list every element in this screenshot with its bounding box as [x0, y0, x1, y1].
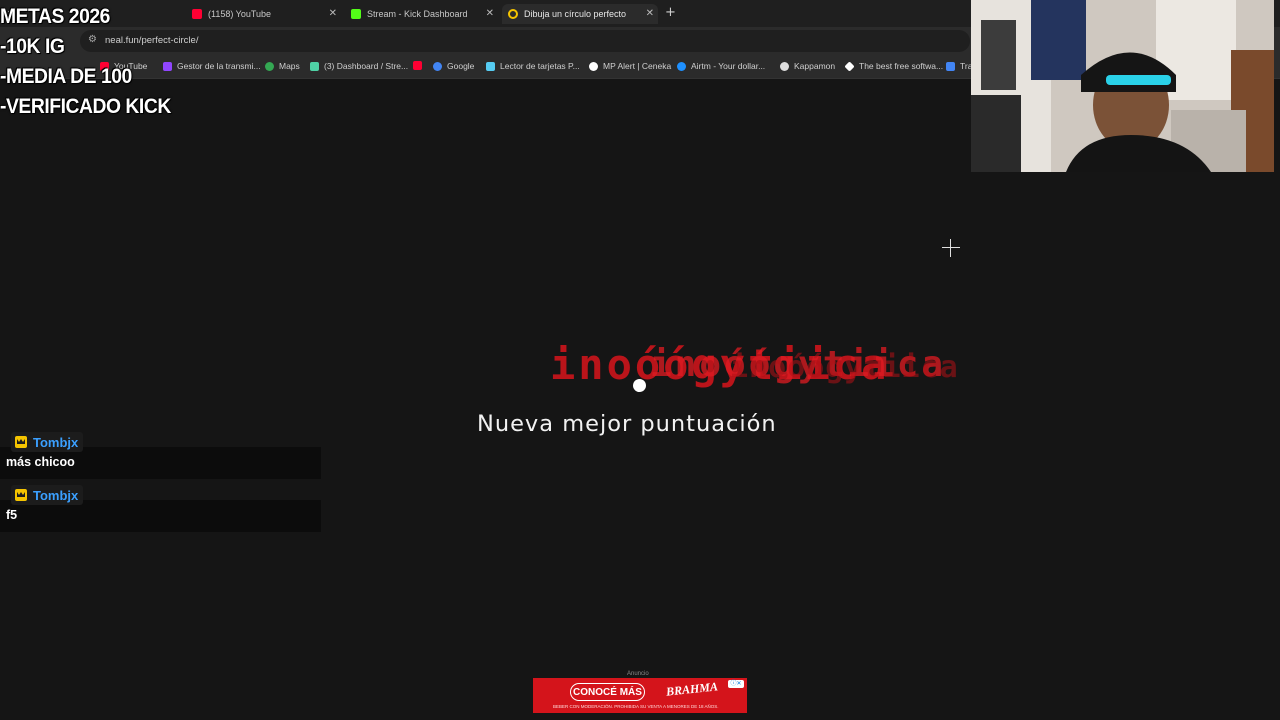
ad-cta-button[interactable]: CONOCÉ MÁS — [570, 683, 645, 701]
webcam-feed — [971, 0, 1274, 172]
globe-icon — [780, 61, 789, 71]
bookmark-translate[interactable]: Tra — [946, 61, 972, 71]
youtube-icon — [413, 61, 422, 70]
bookmark-maps[interactable]: Maps — [265, 61, 300, 71]
score-glitch-text-echo: inoóógytiica — [730, 350, 959, 385]
youtube-icon — [192, 9, 202, 19]
bookmark-label: Gestor de la transmi... — [177, 61, 261, 71]
ad-brand-logo: BRAHMA — [665, 679, 719, 699]
ad-legal-text: BEBER CON MODERACIÓN. PROHIBIDA SU VENTA… — [553, 704, 719, 709]
maps-icon — [265, 61, 274, 71]
bookmark-label: Airtm - Your dollar... — [691, 61, 766, 71]
chat-message: más chicoo Tombjx — [0, 432, 321, 480]
bookmark-label: The best free softwa... — [859, 61, 944, 71]
tab-title: Dibuja un círculo perfecto — [524, 9, 627, 19]
crosshair-cursor-icon — [942, 239, 960, 257]
bookmark-label: Google — [447, 61, 475, 71]
diamond-icon — [844, 60, 855, 72]
goal-item: -MEDIA DE 100 — [0, 65, 132, 88]
new-tab-button[interactable]: + — [665, 5, 676, 20]
tab-title: (1158) YouTube — [208, 9, 272, 19]
ad-choices-icon[interactable]: ⓘ✕ — [728, 680, 744, 688]
airtm-icon — [677, 61, 686, 71]
chat-message: f5 Tombjx — [0, 485, 321, 533]
goals-title: METAS 2026 — [0, 5, 110, 28]
google-icon — [433, 61, 442, 71]
tab-perfect-circle[interactable]: Dibuja un círculo perfecto ✕ — [502, 4, 658, 24]
close-tab-icon[interactable]: ✕ — [329, 8, 337, 19]
crown-icon — [15, 489, 27, 501]
card-icon — [486, 61, 495, 71]
bookmark-label: (3) Dashboard / Stre... — [324, 61, 409, 71]
chat-username-badge: Tombjx — [11, 485, 84, 505]
ad-label: Anuncio — [627, 671, 649, 677]
chat-username-badge: Tombjx — [11, 432, 84, 452]
bookmark-dashboard[interactable]: (3) Dashboard / Stre... — [310, 61, 408, 71]
alert-icon — [589, 61, 598, 71]
bookmark-label: MP Alert | Ceneka — [603, 61, 672, 71]
crown-icon — [15, 436, 27, 448]
bookmark-lector[interactable]: Lector de tarjetas P... — [486, 61, 580, 71]
close-tab-icon[interactable]: ✕ — [486, 8, 494, 19]
screen: ⌄ (1158) YouTube ✕ Stream - Kick Dashboa… — [0, 0, 1280, 720]
bookmark-label: Kappamon — [794, 61, 836, 71]
new-best-score-label: Nueva mejor puntuación — [477, 411, 777, 437]
translate-icon — [946, 61, 955, 71]
ad-banner[interactable]: CONOCÉ MÁS BRAHMA BEBER CON MODERACIÓN. … — [533, 678, 747, 713]
tab-youtube[interactable]: (1158) YouTube ✕ — [186, 4, 341, 24]
chat-message-text: más chicoo — [6, 455, 75, 469]
dashboard-icon — [310, 61, 319, 71]
chat-message-text: f5 — [6, 508, 18, 522]
tab-title: Stream - Kick Dashboard — [367, 9, 468, 19]
chat-username: Tombjx — [33, 487, 79, 503]
bookmark-youtube-2[interactable] — [413, 61, 427, 70]
close-tab-icon[interactable]: ✕ — [646, 8, 654, 19]
webcam-image — [971, 0, 1274, 172]
tab-kick-dashboard[interactable]: Stream - Kick Dashboard ✕ — [345, 4, 498, 24]
omnibox[interactable]: ⚙ neal.fun/perfect-circle/ — [80, 30, 970, 52]
stream-goals-overlay: METAS 2026 -10K IG -MEDIA DE 100 -VERIFI… — [0, 2, 186, 122]
bookmark-mp-alert[interactable]: MP Alert | Ceneka — [589, 61, 671, 71]
bookmark-label: Maps — [279, 61, 300, 71]
chat-username: Tombjx — [33, 434, 79, 450]
bookmark-google[interactable]: Google — [433, 61, 474, 71]
goal-item: -10K IG — [0, 35, 65, 58]
goal-item: -VERIFICADO KICK — [0, 95, 171, 118]
circle-center-dot — [633, 379, 646, 392]
bookmark-software[interactable]: The best free softwa... — [844, 60, 944, 72]
circle-icon — [508, 9, 518, 19]
bookmark-kappamon[interactable]: Kappamon — [780, 61, 835, 71]
kick-icon — [351, 9, 361, 19]
bookmark-label: Lector de tarjetas P... — [500, 61, 580, 71]
score-display: inoóógytiica inoóógytiica inoóógytiica — [550, 340, 958, 396]
bookmark-airtm[interactable]: Airtm - Your dollar... — [677, 61, 765, 71]
